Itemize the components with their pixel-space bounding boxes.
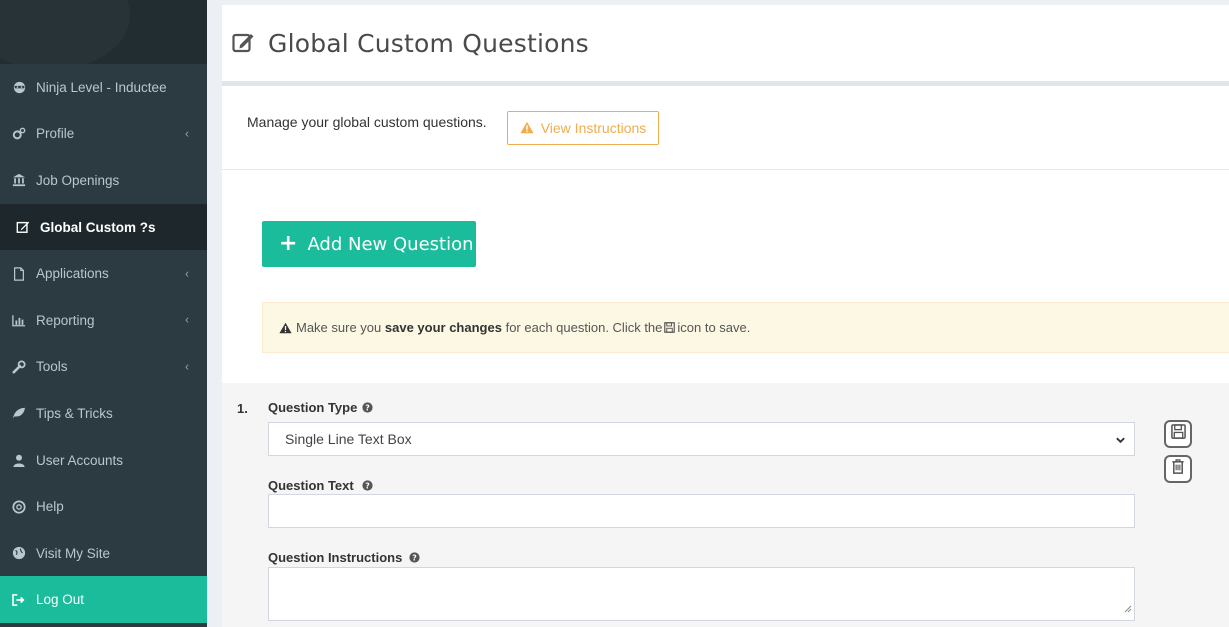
cogs-icon	[12, 127, 26, 141]
page-header: Global Custom Questions	[222, 5, 1229, 81]
sidebar-item-label: Reporting	[36, 312, 95, 328]
sidebar-item-label: Visit My Site	[36, 545, 111, 561]
view-instructions-label: View Instructions	[540, 119, 647, 136]
svg-text:?: ?	[413, 553, 418, 562]
warning-icon	[279, 322, 292, 334]
sidebar-item-tips-tricks[interactable]: Tips & Tricks	[0, 390, 207, 437]
alert-bold: save your changes	[384, 320, 502, 335]
add-new-question-label: Add New Question	[307, 233, 474, 255]
sidebar-item-label: Profile	[36, 126, 75, 142]
question-text-label-text: Question Text	[268, 478, 354, 493]
sidebar-item-label: Help	[36, 499, 64, 515]
trash-icon	[1171, 459, 1185, 479]
sidebar-item-global-custom-questions[interactable]: Global Custom ?s	[0, 203, 207, 251]
main-content: Global Custom Questions Manage your glob…	[207, 0, 1229, 627]
alert-suffix: icon to save.	[677, 320, 751, 335]
question-type-value: Single Line Text Box	[285, 431, 412, 447]
delete-question-button[interactable]	[1164, 455, 1192, 483]
alert-middle: for each question. Click the	[505, 320, 663, 335]
save-warning-alert: Make sure you save your changes for each…	[262, 302, 1229, 353]
save-question-button[interactable]	[1164, 420, 1192, 448]
question-text-input[interactable]	[268, 494, 1135, 528]
sidebar-bottom-strip	[0, 623, 207, 627]
sidebar-item-label: Applications	[36, 266, 109, 282]
question-type-label-text: Question Type	[268, 400, 358, 415]
question-item: 1. Question Type ? Single Line Text Box …	[222, 383, 1229, 627]
globe-icon	[12, 546, 26, 560]
sidebar-item-label: Log Out	[36, 592, 85, 608]
question-circle-icon[interactable]: ?	[362, 480, 373, 491]
floppy-icon	[1170, 424, 1186, 444]
sidebar-item-label: Ninja Level - Inductee	[36, 79, 167, 95]
intro-row: Manage your global custom questions. Vie…	[222, 86, 1229, 170]
sidebar-item-profile[interactable]: Profile ‹	[0, 111, 207, 158]
file-icon	[12, 266, 26, 281]
question-text-label: Question Text ?	[268, 478, 373, 493]
alert-prefix: Make sure you	[296, 320, 382, 335]
sidebar: Ninja Level - Inductee Profile ‹ Job Ope…	[0, 0, 207, 627]
question-instructions-label: Question Instructions ?	[268, 550, 420, 565]
chevron-down-icon	[1115, 433, 1126, 449]
chevron-left-icon: ‹	[185, 265, 189, 280]
bar-chart-icon	[12, 313, 26, 327]
question-circle-icon[interactable]: ?	[409, 552, 420, 563]
sidebar-item-label: Global Custom ?s	[40, 219, 156, 235]
wrench-icon	[12, 360, 26, 374]
floppy-icon	[664, 322, 676, 333]
question-instructions-textarea[interactable]	[268, 567, 1135, 621]
add-new-question-button[interactable]: + Add New Question	[262, 221, 476, 267]
ninja-icon	[12, 80, 26, 94]
sidebar-item-log-out[interactable]: Log Out	[0, 576, 207, 623]
sidebar-item-user-accounts[interactable]: User Accounts	[0, 437, 207, 484]
sidebar-item-label: User Accounts	[36, 452, 124, 468]
sidebar-item-label: Tips & Tricks	[36, 405, 113, 421]
questions-box: Manage your global custom questions. Vie…	[222, 86, 1229, 627]
sidebar-item-applications[interactable]: Applications ‹	[0, 250, 207, 297]
question-type-select[interactable]: Single Line Text Box	[268, 422, 1135, 456]
sidebar-item-job-openings[interactable]: Job Openings	[0, 157, 207, 204]
view-instructions-button[interactable]: View Instructions	[506, 110, 660, 145]
page-title: Global Custom Questions	[268, 28, 589, 58]
question-type-label: Question Type ?	[268, 400, 373, 415]
warning-icon	[520, 121, 534, 134]
sidebar-item-reporting[interactable]: Reporting ‹	[0, 297, 207, 344]
question-circle-icon[interactable]: ?	[362, 402, 373, 413]
bank-icon	[12, 173, 26, 187]
life-ring-icon	[12, 500, 26, 514]
chevron-left-icon: ‹	[185, 312, 189, 327]
resize-grip-icon[interactable]	[1124, 600, 1132, 618]
sidebar-item-label: Tools	[36, 359, 68, 375]
sidebar-item-ninja-level[interactable]: Ninja Level - Inductee	[0, 64, 207, 111]
user-icon	[12, 453, 26, 467]
edit-icon	[232, 31, 256, 55]
sidebar-item-tools[interactable]: Tools ‹	[0, 344, 207, 391]
question-number: 1.	[237, 401, 248, 416]
svg-text:?: ?	[366, 403, 371, 412]
svg-text:?: ?	[365, 481, 370, 490]
plus-icon: +	[279, 231, 298, 256]
edit-icon	[16, 220, 30, 234]
sign-out-icon	[12, 593, 26, 607]
sidebar-item-help[interactable]: Help	[0, 483, 207, 530]
leaf-icon	[12, 406, 26, 420]
chevron-left-icon: ‹	[185, 359, 189, 374]
chevron-left-icon: ‹	[185, 126, 189, 141]
sidebar-brand-area	[0, 0, 207, 64]
intro-text: Manage your global custom questions.	[247, 113, 487, 130]
question-instructions-label-text: Question Instructions	[268, 550, 403, 565]
sidebar-item-label: Job Openings	[36, 172, 120, 188]
sidebar-item-visit-my-site[interactable]: Visit My Site	[0, 530, 207, 577]
